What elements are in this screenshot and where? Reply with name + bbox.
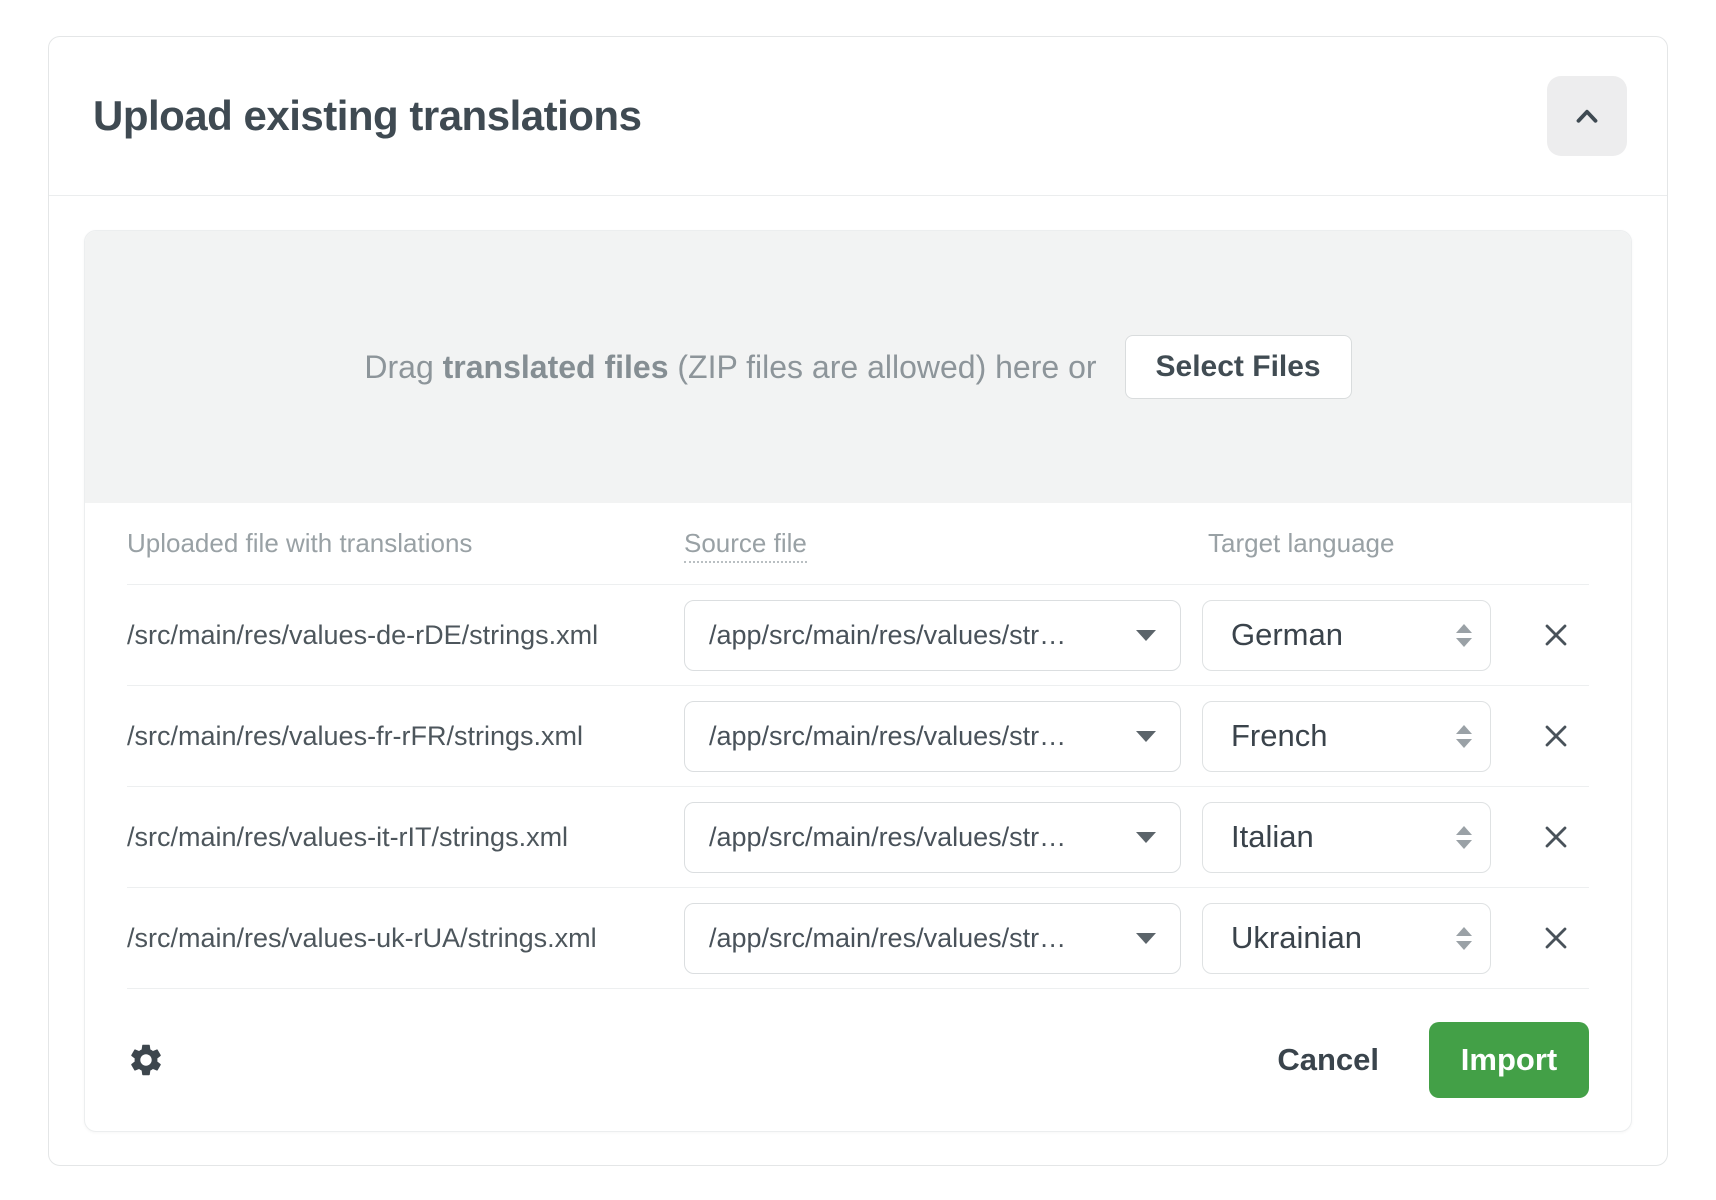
caret-down-icon: [1136, 933, 1156, 944]
sort-arrows-icon: [1456, 624, 1472, 647]
settings-button[interactable]: [127, 1041, 165, 1079]
table-row: /src/main/res/values-it-rIT/strings.xml …: [127, 787, 1589, 888]
page-title: Upload existing translations: [93, 92, 641, 140]
upload-panel: Drag translated files (ZIP files are all…: [84, 230, 1632, 1132]
target-language-select[interactable]: German: [1202, 600, 1491, 671]
upload-table-body: /src/main/res/values-de-rDE/strings.xml …: [127, 585, 1589, 989]
header-uploaded-file: Uploaded file with translations: [127, 528, 684, 559]
target-language-value: Italian: [1231, 819, 1314, 855]
uploaded-file-path: /src/main/res/values-it-rIT/strings.xml: [127, 822, 684, 853]
remove-row-button[interactable]: [1533, 814, 1579, 860]
file-dropzone[interactable]: Drag translated files (ZIP files are all…: [85, 231, 1631, 503]
uploaded-file-path: /src/main/res/values-uk-rUA/strings.xml: [127, 923, 684, 954]
dialog-header: Upload existing translations: [49, 37, 1667, 196]
remove-row-button[interactable]: [1533, 915, 1579, 961]
chevron-up-icon: [1570, 99, 1604, 133]
source-file-dropdown[interactable]: /app/src/main/res/values/str…: [684, 701, 1181, 772]
table-row: /src/main/res/values-uk-rUA/strings.xml …: [127, 888, 1589, 989]
sort-arrows-icon: [1456, 725, 1472, 748]
collapse-button[interactable]: [1547, 76, 1627, 156]
source-file-dropdown[interactable]: /app/src/main/res/values/str…: [684, 903, 1181, 974]
source-file-value: /app/src/main/res/values/str…: [709, 923, 1066, 954]
target-language-value: Ukrainian: [1231, 920, 1362, 956]
header-source-file[interactable]: Source file: [684, 528, 1181, 559]
target-language-value: German: [1231, 617, 1343, 653]
table-header-row: Uploaded file with translations Source f…: [127, 503, 1589, 585]
caret-down-icon: [1136, 832, 1156, 843]
target-language-select[interactable]: Italian: [1202, 802, 1491, 873]
uploaded-file-path: /src/main/res/values-fr-rFR/strings.xml: [127, 721, 684, 752]
source-file-value: /app/src/main/res/values/str…: [709, 721, 1066, 752]
cancel-button[interactable]: Cancel: [1271, 1041, 1385, 1079]
select-files-button[interactable]: Select Files: [1125, 335, 1352, 399]
target-language-select[interactable]: French: [1202, 701, 1491, 772]
sort-arrows-icon: [1456, 927, 1472, 950]
source-file-dropdown[interactable]: /app/src/main/res/values/str…: [684, 802, 1181, 873]
dropzone-text: Drag translated files (ZIP files are all…: [364, 349, 1096, 386]
table-row: /src/main/res/values-fr-rFR/strings.xml …: [127, 686, 1589, 787]
source-file-value: /app/src/main/res/values/str…: [709, 822, 1066, 853]
close-icon: [1539, 921, 1573, 955]
target-language-select[interactable]: Ukrainian: [1202, 903, 1491, 974]
remove-row-button[interactable]: [1533, 612, 1579, 658]
caret-down-icon: [1136, 630, 1156, 641]
source-file-dropdown[interactable]: /app/src/main/res/values/str…: [684, 600, 1181, 671]
remove-row-button[interactable]: [1533, 713, 1579, 759]
sort-arrows-icon: [1456, 826, 1472, 849]
close-icon: [1539, 618, 1573, 652]
upload-table: Uploaded file with translations Source f…: [85, 503, 1631, 989]
uploaded-file-path: /src/main/res/values-de-rDE/strings.xml: [127, 620, 684, 651]
header-target-language: Target language: [1202, 528, 1491, 559]
import-button[interactable]: Import: [1429, 1022, 1589, 1098]
caret-down-icon: [1136, 731, 1156, 742]
dialog-footer: Cancel Import: [85, 989, 1631, 1131]
gear-icon: [127, 1041, 165, 1079]
source-file-value: /app/src/main/res/values/str…: [709, 620, 1066, 651]
upload-dialog: Upload existing translations Drag transl…: [48, 36, 1668, 1166]
close-icon: [1539, 820, 1573, 854]
target-language-value: French: [1231, 718, 1327, 754]
close-icon: [1539, 719, 1573, 753]
table-row: /src/main/res/values-de-rDE/strings.xml …: [127, 585, 1589, 686]
